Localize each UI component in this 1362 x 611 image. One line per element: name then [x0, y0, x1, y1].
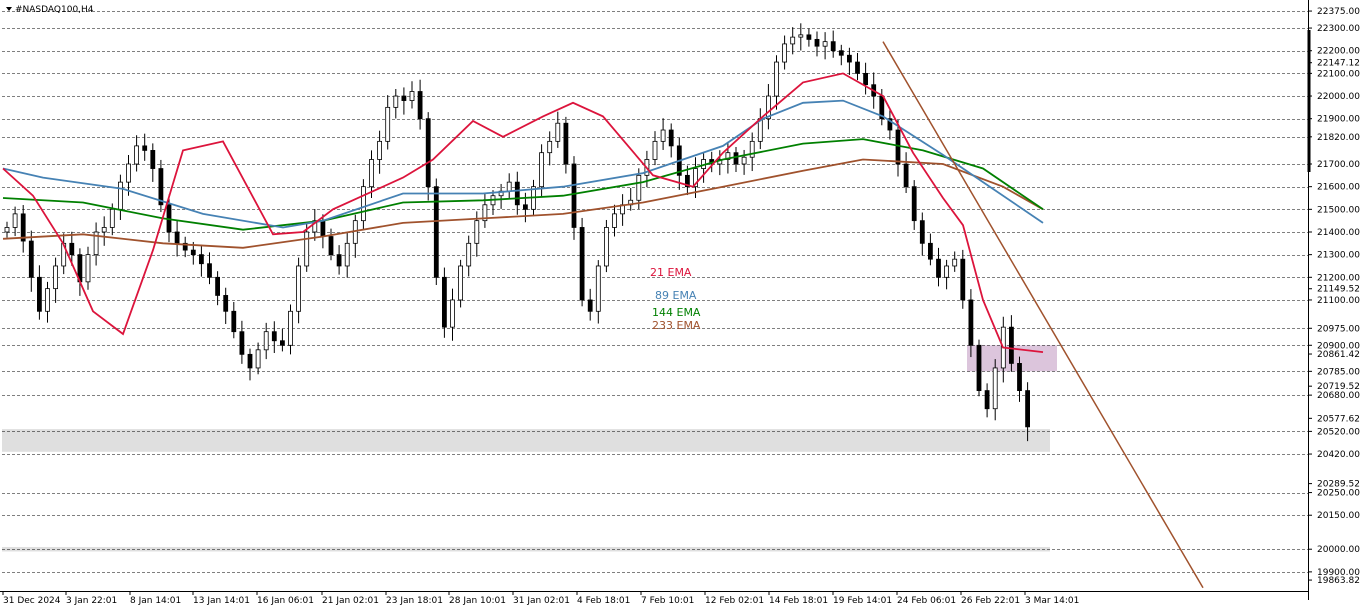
candle [571, 156, 577, 240]
candle [579, 217, 585, 307]
chart-stage: 21 EMA 89 EMA 144 EMA 233 EMA 22375.00 22300… [0, 0, 1362, 611]
y-tick-label: 22200.00 [1317, 47, 1360, 57]
y-tick-label: 20000.00 [1317, 545, 1360, 555]
y-tick-label: 21700.00 [1317, 160, 1360, 170]
x-tick-label: 14 Feb 18:01 [769, 596, 828, 606]
y-tick-label: 20975.00 [1317, 324, 1360, 334]
symbol-title: #NASDAQ100,H4 [15, 5, 94, 15]
symbol-header: #NASDAQ100,H4 [6, 5, 94, 15]
x-tick-label: 16 Jan 06:01 [257, 596, 314, 606]
x-tick-label: 31 Jan 02:01 [513, 596, 570, 606]
y-tick-label: 21600.00 [1317, 183, 1360, 193]
x-tick-label: 13 Jan 14:01 [193, 596, 250, 606]
support-zone [2, 429, 1050, 452]
y-tick-label: 21820.00 [1317, 133, 1360, 143]
x-tick-label: 21 Jan 02:01 [322, 596, 379, 606]
y-tick-label: 20680.00 [1317, 391, 1360, 401]
y-tick-label: 22100.00 [1317, 69, 1360, 79]
candle [458, 259, 464, 308]
x-tick-label: 4 Feb 18:01 [577, 596, 630, 606]
x-tick-label: 31 Dec 2024 [3, 596, 61, 606]
x-tick-label: 24 Feb 06:01 [897, 596, 956, 606]
y-tick-label: 22375.00 [1317, 7, 1360, 17]
y-tick-label: 20520.00 [1317, 427, 1360, 437]
x-tick-label: 7 Feb 10:01 [641, 596, 694, 606]
ema-label-233: 233 EMA [652, 319, 701, 332]
ema-label-89: 89 EMA [655, 289, 697, 302]
x-tick-label: 12 Feb 02:01 [705, 596, 764, 606]
candle [441, 267, 447, 338]
y-tick-label: 22000.00 [1317, 92, 1360, 102]
y-tick-label: 21200.00 [1317, 273, 1360, 283]
y-tick-label: 20250.00 [1317, 489, 1360, 499]
y-tick-label: 20420.00 [1317, 450, 1360, 460]
y-tick-label: 21100.00 [1317, 296, 1360, 306]
y-tick-label: 21400.00 [1317, 228, 1360, 238]
y-tick-label: 21900.00 [1317, 115, 1360, 125]
x-tick-label: 3 Jan 22:01 [66, 596, 117, 606]
y-tick-label: 19863.82 [1317, 576, 1360, 586]
y-tick-label: 20150.00 [1317, 511, 1360, 521]
x-tick-label: 8 Jan 14:01 [130, 596, 181, 606]
x-tick-label: 3 Mar 14:01 [1025, 596, 1079, 606]
y-tick-label: 21149.52 [1317, 285, 1360, 295]
y-tick-label: 22147.12 [1317, 59, 1360, 69]
y-tick-label: 20785.00 [1317, 367, 1360, 377]
x-tick-label: 26 Feb 22:01 [961, 596, 1020, 606]
y-tick-label: 20861.42 [1317, 350, 1360, 360]
x-tick-label: 23 Jan 18:01 [386, 596, 443, 606]
ema-label-144: 144 EMA [652, 306, 701, 319]
candle [604, 219, 609, 273]
x-tick-label: 28 Jan 10:01 [449, 596, 506, 606]
x-tick-label: 19 Feb 14:01 [833, 596, 892, 606]
y-tick-label: 20577.62 [1317, 414, 1360, 424]
ema-label-21: 21 EMA [650, 266, 692, 279]
candle [433, 178, 439, 286]
y-tick-label: 21300.00 [1317, 251, 1360, 261]
price-chart[interactable]: 21 EMA 89 EMA 144 EMA233 EMA 22375.00 22300… [0, 0, 1362, 611]
y-tick-label: 22300.00 [1317, 24, 1360, 34]
candle [976, 339, 982, 397]
y-tick-label: 21500.00 [1317, 205, 1360, 215]
